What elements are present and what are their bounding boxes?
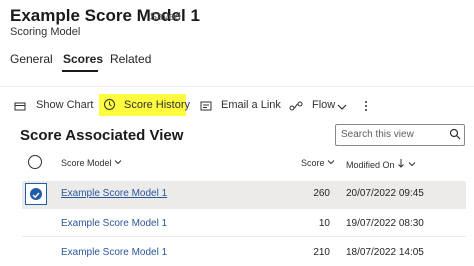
column-header-score-model[interactable]: Score Model <box>61 158 122 168</box>
clock-icon <box>103 98 116 116</box>
tab-general[interactable]: General <box>10 52 53 66</box>
chevron-down-icon <box>114 160 122 165</box>
chevron-down-icon <box>327 160 335 165</box>
column-header-label: Score <box>301 158 325 168</box>
flow-button[interactable]: Flow <box>312 99 335 111</box>
tab-scores[interactable]: Scores <box>63 52 103 66</box>
active-tab-indicator <box>62 70 98 72</box>
flow-icon <box>289 99 303 117</box>
score-history-button[interactable]: Score History <box>124 99 190 111</box>
column-header-modified-on[interactable]: Modified On <box>346 158 416 170</box>
row-score: 210 <box>313 247 330 258</box>
row-score: 10 <box>318 218 330 229</box>
row-link-score-model[interactable]: Example Score Model 1 <box>61 218 167 229</box>
column-header-score[interactable]: Score <box>301 158 335 168</box>
tab-related[interactable]: Related <box>110 52 151 66</box>
row-modified-on: 19/07/2022 08:30 <box>346 218 424 229</box>
select-all-checkbox[interactable] <box>28 155 42 169</box>
email-link-button[interactable]: Email a Link <box>221 99 281 111</box>
email-link-icon <box>200 99 212 117</box>
view-title: Score Associated View <box>20 127 184 144</box>
search-placeholder: Search this view <box>341 129 414 140</box>
show-chart-icon <box>14 99 26 117</box>
header-divider <box>0 86 474 87</box>
save-status: - Saved <box>143 11 181 23</box>
sort-descending-icon <box>398 159 404 168</box>
row-divider <box>22 208 466 209</box>
show-chart-button[interactable]: Show Chart <box>36 99 93 111</box>
row-link-score-model[interactable]: Example Score Model 1 <box>61 188 167 199</box>
column-header-label: Score Model <box>61 158 112 168</box>
checkmark-icon <box>30 188 42 200</box>
flow-chevron-down-icon[interactable] <box>337 99 347 117</box>
row-divider <box>22 236 466 237</box>
row-modified-on: 18/07/2022 14:05 <box>346 247 424 258</box>
row-modified-on: 20/07/2022 09:45 <box>346 188 424 199</box>
more-commands-icon[interactable] <box>364 99 368 117</box>
search-icon[interactable] <box>449 127 461 145</box>
chevron-down-icon <box>408 162 415 167</box>
row-link-score-model[interactable]: Example Score Model 1 <box>61 247 167 258</box>
column-header-label: Modified On <box>346 160 395 170</box>
row-score: 260 <box>313 188 330 199</box>
entity-type-label: Scoring Model <box>10 26 81 38</box>
